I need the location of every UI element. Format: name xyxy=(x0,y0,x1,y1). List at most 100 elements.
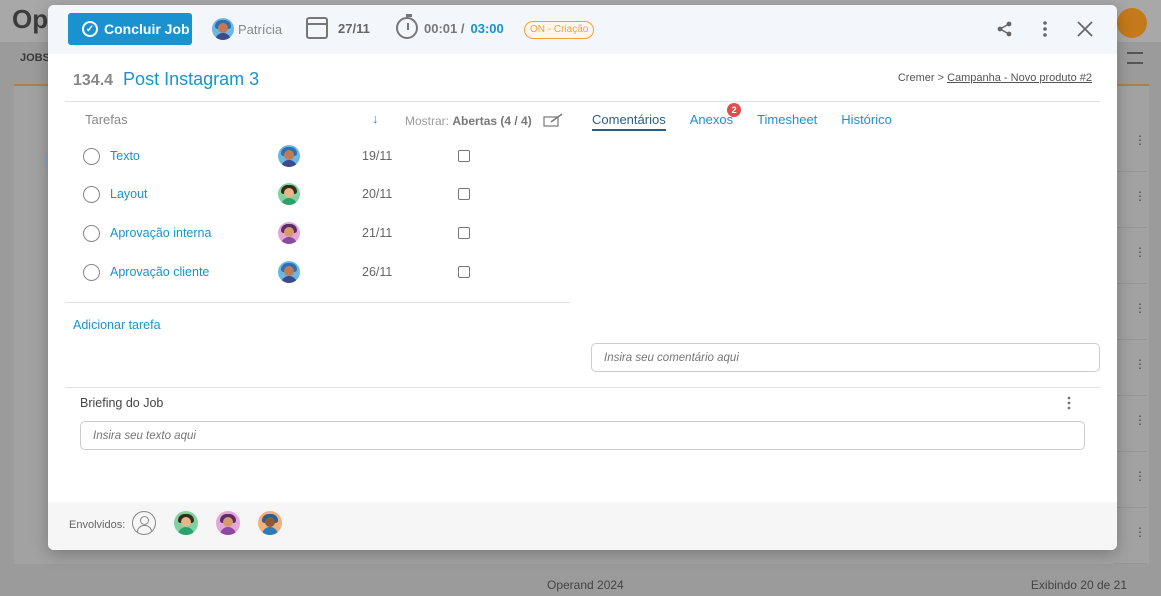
tab-history[interactable]: Histórico xyxy=(841,112,892,131)
add-task-link[interactable]: Adicionar tarefa xyxy=(73,318,161,332)
task-filter-value: Abertas (4 / 4) xyxy=(452,114,532,128)
task-checkbox[interactable] xyxy=(458,150,470,162)
background-section-label: JOBS xyxy=(20,52,50,64)
task-checkbox[interactable] xyxy=(458,266,470,278)
more-vertical-icon: ⋮ xyxy=(1134,357,1146,371)
header-actions xyxy=(995,19,1095,39)
timer[interactable]: 00:01 / 03:00 xyxy=(396,14,504,39)
tasks-heading: Tarefas xyxy=(85,112,128,127)
background-row: ⋮ xyxy=(1113,344,1147,396)
edit-tasks-icon[interactable] xyxy=(543,113,563,130)
background-row: ⋮ xyxy=(1113,400,1147,452)
task-name[interactable]: Aprovação cliente xyxy=(110,265,278,279)
more-vertical-icon: ⋮ xyxy=(1134,301,1146,315)
job-number: 134.4 xyxy=(73,72,114,89)
due-date-value: 27/11 xyxy=(338,20,370,36)
share-icon[interactable] xyxy=(995,19,1015,39)
comment-input[interactable] xyxy=(591,343,1100,372)
check-circle-icon: ✓ xyxy=(82,21,98,37)
task-row: Aprovação interna 21/11 xyxy=(83,222,473,244)
timer-total: 03:00 xyxy=(470,20,504,36)
task-checkbox[interactable] xyxy=(458,188,470,200)
involved-list xyxy=(132,511,282,535)
involved-avatar[interactable] xyxy=(258,511,282,535)
more-vertical-icon: ⋮ xyxy=(1134,189,1146,203)
more-vertical-icon: ⋮ xyxy=(1134,525,1146,539)
job-title-row: 134.4 Post Instagram 3 xyxy=(73,69,259,90)
background-row: ⋮ xyxy=(1113,232,1147,284)
background-row: ⋮ xyxy=(1113,288,1147,340)
task-filter-label: Mostrar: xyxy=(405,114,450,128)
modal-header: ✓ Concluir Job Patrícia 27/11 00:01 / 03… xyxy=(48,5,1117,54)
job-title[interactable]: Post Instagram 3 xyxy=(123,69,259,90)
task-assignee-avatar[interactable] xyxy=(278,183,300,205)
task-date[interactable]: 21/11 xyxy=(362,226,392,240)
background-footer-brand: Operand 2024 xyxy=(547,578,624,592)
task-complete-radio[interactable] xyxy=(83,263,100,281)
add-user-icon[interactable] xyxy=(132,511,156,535)
breadcrumb: Cremer > Campanha - Novo produto #2 xyxy=(898,72,1092,84)
task-filter[interactable]: Mostrar: Abertas (4 / 4) xyxy=(405,114,532,128)
status-badge[interactable]: ON - Criação xyxy=(524,21,595,39)
background-row: ⋮ xyxy=(1113,176,1147,228)
divider xyxy=(65,302,570,303)
task-date[interactable]: 20/11 xyxy=(362,187,392,201)
task-complete-radio[interactable] xyxy=(83,185,100,203)
background-logo: Op xyxy=(12,4,49,34)
briefing-title: Briefing do Job xyxy=(80,396,164,410)
sort-down-icon[interactable]: ↓ xyxy=(372,111,379,126)
tab-attachments[interactable]: Anexos 2 xyxy=(689,103,742,131)
task-date[interactable]: 26/11 xyxy=(362,265,392,279)
background-row: ⋮ xyxy=(1113,120,1147,172)
more-vertical-icon: ⋮ xyxy=(1134,469,1146,483)
task-assignee-avatar[interactable] xyxy=(278,145,300,167)
conclude-job-button[interactable]: ✓ Concluir Job xyxy=(68,13,192,45)
more-vertical-icon: ⋮ xyxy=(1134,245,1146,259)
task-checkbox[interactable] xyxy=(458,227,470,239)
attachments-count-badge: 2 xyxy=(727,103,742,117)
task-date[interactable]: 19/11 xyxy=(362,149,392,163)
conclude-job-label: Concluir Job xyxy=(104,21,190,37)
briefing-input[interactable] xyxy=(80,421,1085,450)
task-assignee-avatar[interactable] xyxy=(278,261,300,283)
task-row: Layout 20/11 xyxy=(83,183,473,205)
task-complete-radio[interactable] xyxy=(83,147,100,165)
involved-avatar[interactable] xyxy=(216,511,240,535)
divider xyxy=(65,101,1100,102)
breadcrumb-project[interactable]: Campanha - Novo produto #2 xyxy=(947,72,1092,84)
task-row: Texto 19/11 xyxy=(83,145,473,167)
task-complete-radio[interactable] xyxy=(83,224,100,242)
background-footer-count: Exibindo 20 de 21 xyxy=(1030,578,1127,592)
modal-footer: Envolvidos: xyxy=(48,502,1117,550)
breadcrumb-client[interactable]: Cremer > xyxy=(898,72,944,84)
background-row: ⋮ xyxy=(1113,512,1147,564)
tab-bar: Comentários Anexos 2 Timesheet Histórico xyxy=(592,103,892,131)
background-avatar xyxy=(1117,8,1147,38)
user-avatar xyxy=(212,18,234,40)
involved-avatar[interactable] xyxy=(174,511,198,535)
task-name[interactable]: Layout xyxy=(110,187,278,201)
task-row: Aprovação cliente 26/11 xyxy=(83,261,473,283)
close-icon[interactable] xyxy=(1075,19,1095,39)
user-name: Patrícia xyxy=(238,21,283,37)
stopwatch-icon xyxy=(396,14,418,39)
task-name[interactable]: Aprovação interna xyxy=(110,226,278,240)
background-row: ⋮ xyxy=(1113,456,1147,508)
responsible-user[interactable]: Patrícia xyxy=(212,18,282,40)
divider xyxy=(65,387,1100,388)
more-vertical-icon: ⋮ xyxy=(1134,133,1146,147)
more-vertical-icon: ⋮ xyxy=(1134,413,1146,427)
due-date[interactable]: 27/11 xyxy=(306,17,370,39)
tab-attachments-label: Anexos xyxy=(689,112,734,127)
task-name[interactable]: Texto xyxy=(110,149,278,163)
calendar-icon xyxy=(306,17,328,39)
task-assignee-avatar[interactable] xyxy=(278,222,300,244)
tab-timesheet[interactable]: Timesheet xyxy=(757,112,817,131)
timer-elapsed: 00:01 / xyxy=(424,20,465,36)
more-vertical-icon[interactable] xyxy=(1035,19,1055,39)
job-modal: ✓ Concluir Job Patrícia 27/11 00:01 / 03… xyxy=(48,5,1117,550)
tab-comments[interactable]: Comentários xyxy=(592,112,666,131)
briefing-more-icon[interactable] xyxy=(1066,396,1072,410)
filter-sliders-icon xyxy=(1127,52,1143,64)
involved-label: Envolvidos: xyxy=(69,519,126,531)
